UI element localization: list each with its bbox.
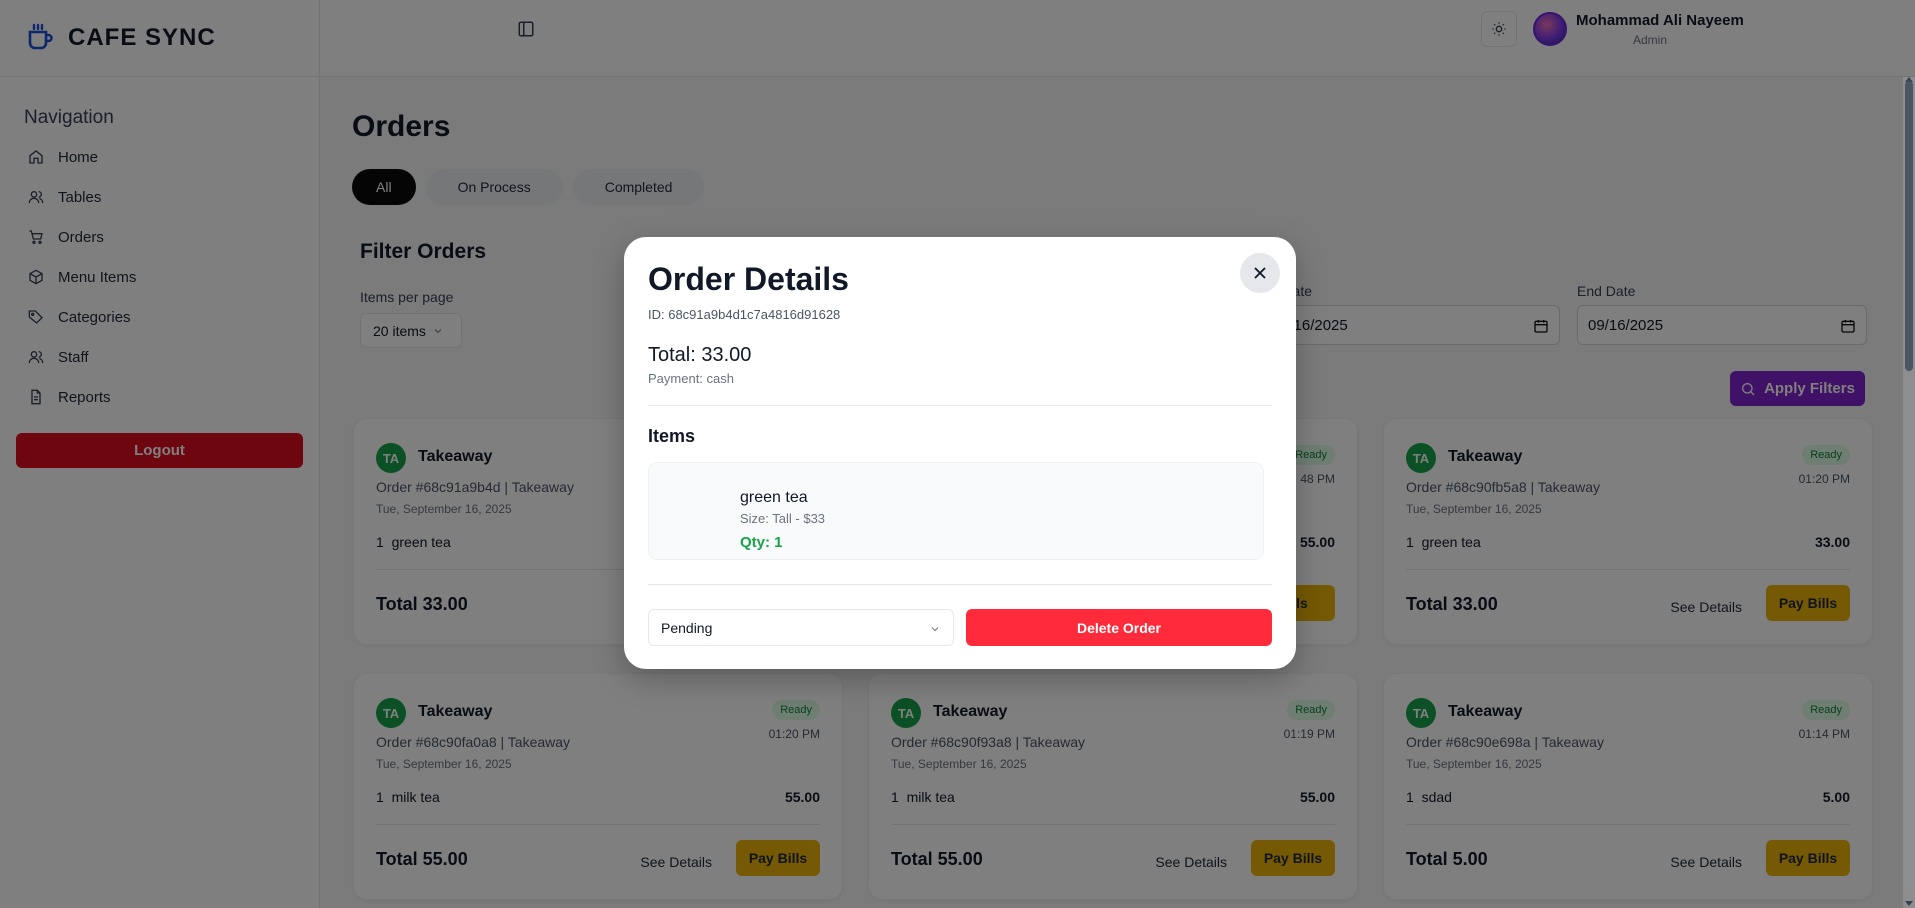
modal-divider	[648, 405, 1272, 406]
delete-order-button[interactable]: Delete Order	[966, 609, 1272, 646]
order-status-value: Pending	[661, 619, 713, 636]
order-total: Total: 33.00	[648, 344, 752, 366]
order-details-modal: Order Details ID: 68c91a9b4d1c7a4816d916…	[624, 237, 1296, 669]
item-quantity: Qty: 1	[740, 534, 783, 551]
close-icon	[1254, 267, 1266, 279]
order-id: ID: 68c91a9b4d1c7a4816d91628	[648, 307, 841, 322]
scrollbar-thumb[interactable]	[1905, 81, 1913, 371]
item-name: green tea	[740, 489, 808, 506]
page-scrollbar[interactable]	[1903, 77, 1915, 908]
chevron-down-icon	[931, 627, 939, 632]
modal-divider	[648, 584, 1272, 585]
order-status-select[interactable]: Pending	[648, 609, 954, 646]
close-button[interactable]	[1240, 253, 1280, 293]
items-heading: Items	[648, 426, 696, 446]
modal-title: Order Details	[648, 261, 849, 297]
payment-method: Payment: cash	[648, 371, 734, 386]
item-size: Size: Tall - $33	[740, 511, 826, 526]
scroll-down-arrow-icon[interactable]	[1905, 901, 1913, 906]
